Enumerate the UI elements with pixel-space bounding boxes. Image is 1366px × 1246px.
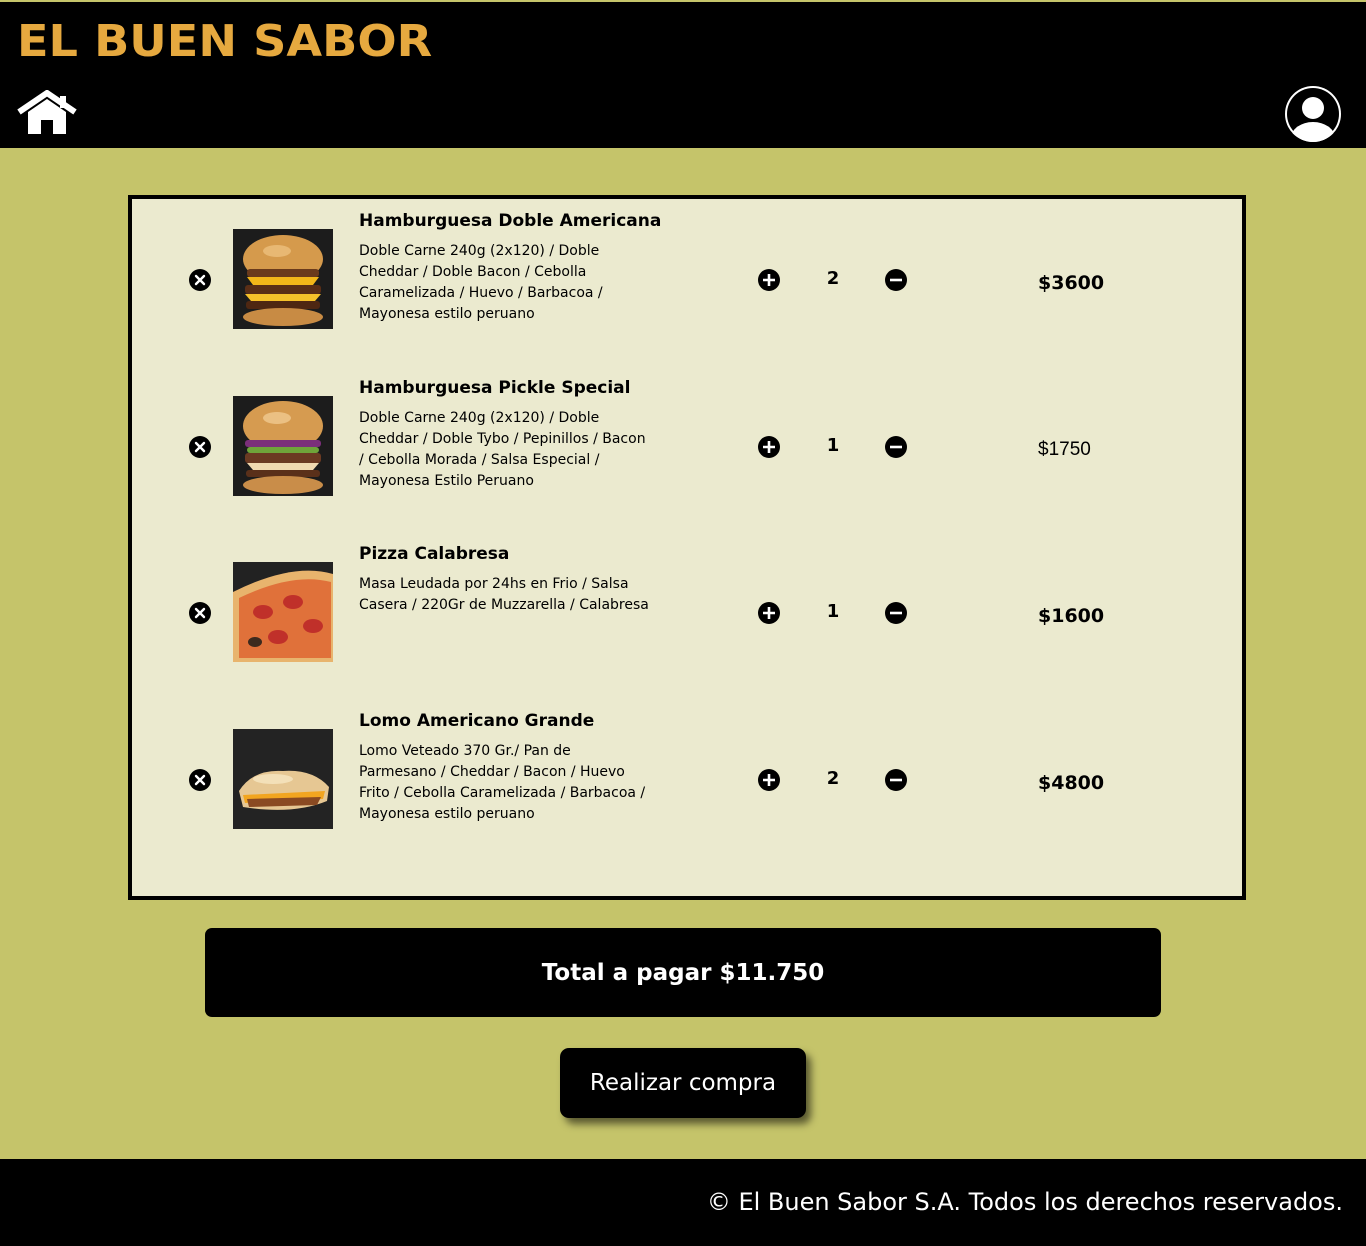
cart-item: Hamburguesa Pickle Special Doble Carne 2… xyxy=(132,366,1242,496)
decrease-quantity-button[interactable] xyxy=(885,769,907,791)
decrease-quantity-button[interactable] xyxy=(885,269,907,291)
burger-photo xyxy=(233,396,333,496)
minus-icon xyxy=(890,778,902,782)
close-icon xyxy=(194,274,206,286)
user-account-button[interactable] xyxy=(1282,86,1344,142)
home-button[interactable] xyxy=(16,89,78,136)
minus-icon xyxy=(890,611,902,615)
header: EL BUEN SABOR xyxy=(0,0,1366,148)
plus-icon xyxy=(763,774,775,786)
close-icon xyxy=(194,774,206,786)
item-quantity: 1 xyxy=(826,601,840,622)
item-price: $4800 xyxy=(1038,772,1105,794)
decrease-quantity-button[interactable] xyxy=(885,602,907,624)
remove-item-button[interactable] xyxy=(189,269,211,291)
checkout-button[interactable]: Realizar compra xyxy=(560,1048,806,1118)
cart-item: Pizza Calabresa Masa Leudada por 24hs en… xyxy=(132,532,1242,662)
remove-item-button[interactable] xyxy=(189,602,211,624)
increase-quantity-button[interactable] xyxy=(758,269,780,291)
minus-icon xyxy=(890,278,902,282)
item-price: $3600 xyxy=(1038,272,1105,294)
close-icon xyxy=(194,607,206,619)
close-icon xyxy=(194,441,206,453)
item-description: Lomo Veteado 370 Gr./ Pan de Parmesano /… xyxy=(359,743,646,822)
decrease-quantity-button[interactable] xyxy=(885,436,907,458)
item-price: $1750 xyxy=(1038,439,1091,460)
total-to-pay: Total a pagar $11.750 xyxy=(205,928,1161,1017)
item-price: $1600 xyxy=(1038,605,1105,627)
user-account-icon xyxy=(1285,86,1341,142)
plus-icon xyxy=(763,607,775,619)
home-icon xyxy=(17,89,77,134)
item-description: Masa Leudada por 24hs en Frio / Salsa Ca… xyxy=(359,576,649,613)
increase-quantity-button[interactable] xyxy=(758,602,780,624)
remove-item-button[interactable] xyxy=(189,436,211,458)
plus-icon xyxy=(763,441,775,453)
item-description: Doble Carne 240g (2x120) / Doble Cheddar… xyxy=(359,410,646,489)
item-description: Doble Carne 240g (2x120) / Doble Cheddar… xyxy=(359,243,603,322)
minus-icon xyxy=(890,445,902,449)
item-quantity: 2 xyxy=(826,768,840,789)
brand-title: EL BUEN SABOR xyxy=(17,16,433,67)
item-title: Hamburguesa Doble Americana xyxy=(359,211,662,231)
footer: © El Buen Sabor S.A. Todos los derechos … xyxy=(0,1159,1366,1246)
burger-photo xyxy=(233,229,333,329)
remove-item-button[interactable] xyxy=(189,769,211,791)
item-title: Hamburguesa Pickle Special xyxy=(359,378,631,398)
item-quantity: 1 xyxy=(826,435,840,456)
cart-panel: Hamburguesa Doble Americana Doble Carne … xyxy=(128,195,1246,900)
increase-quantity-button[interactable] xyxy=(758,436,780,458)
sandwich-photo xyxy=(233,729,333,829)
increase-quantity-button[interactable] xyxy=(758,769,780,791)
plus-icon xyxy=(763,274,775,286)
cart-item: Hamburguesa Doble Americana Doble Carne … xyxy=(132,199,1242,329)
copyright-text: © El Buen Sabor S.A. Todos los derechos … xyxy=(706,1188,1343,1216)
item-title: Pizza Calabresa xyxy=(359,544,510,564)
item-quantity: 2 xyxy=(826,268,840,289)
item-title: Lomo Americano Grande xyxy=(359,711,595,731)
pizza-photo xyxy=(233,562,333,662)
cart-item: Lomo Americano Grande Lomo Veteado 370 G… xyxy=(132,699,1242,829)
